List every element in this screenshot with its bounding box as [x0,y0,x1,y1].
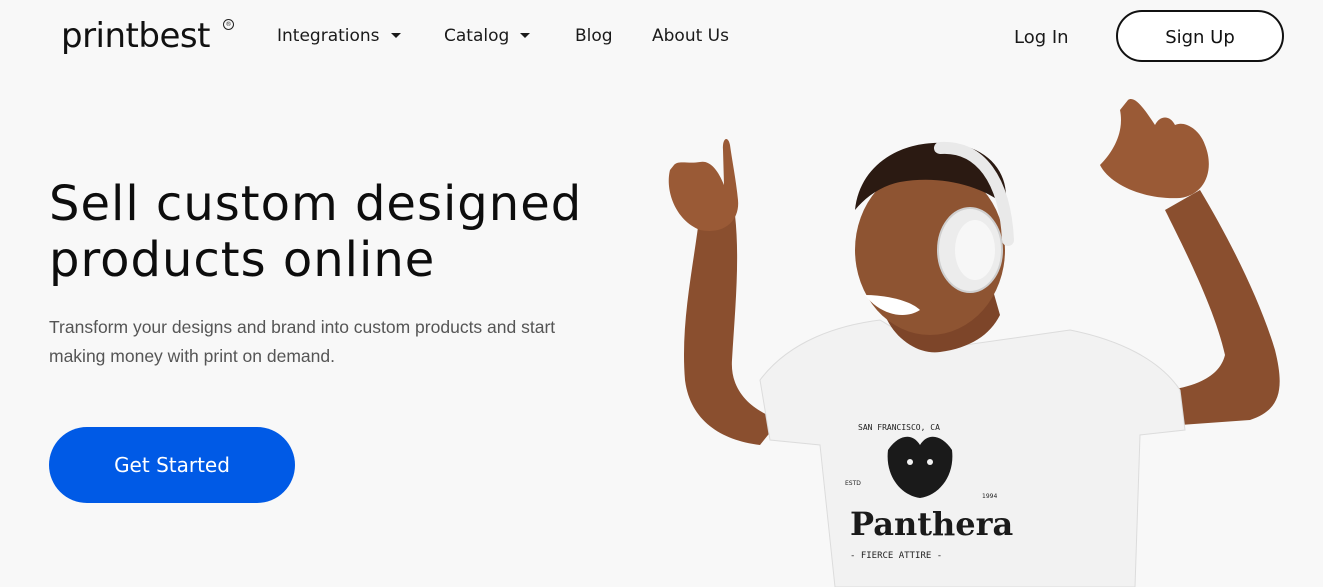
hero-subtitle-line-2: making money with print on demand. [49,346,335,366]
nav-blog-label: Blog [575,26,613,46]
right-hand [1100,99,1209,199]
shirt-brand: Panthera [850,505,1013,543]
nav-integrations-label: Integrations [277,26,380,46]
nav-about-us[interactable]: About Us [652,22,729,50]
white-tshirt [759,319,1186,587]
chevron-down-icon [520,32,531,38]
nav-catalog[interactable]: Catalog [444,22,531,50]
hero-subtitle: Transform your designs and brand into cu… [49,313,609,371]
headphone-cup-inner [955,220,995,280]
hero-title: Sell custom designed products online [49,176,649,288]
shirt-est-left: ESTD [845,480,861,487]
log-in-link[interactable]: Log In [1014,24,1069,52]
hero-title-line-1: Sell custom designed [49,176,583,232]
hero-photo-man-with-headphones: SAN FRANCISCO, CA ESTD 1994 Panthera - F… [668,99,1280,587]
shirt-top-text: SAN FRANCISCO, CA [858,423,940,432]
nav-about-us-label: About Us [652,26,729,46]
shirt-bottom-text: - FIERCE ATTIRE - [850,551,942,561]
hero-subtitle-line-1: Transform your designs and brand into cu… [49,317,556,337]
registered-mark-icon: ® [223,19,234,30]
shirt-est-right: 1994 [982,493,997,500]
get-started-button[interactable]: Get Started [49,427,295,503]
right-arm [1165,190,1280,425]
nav-blog[interactable]: Blog [575,22,613,50]
nav-integrations[interactable]: Integrations [277,22,401,50]
site-header: printbest ® Integrations Catalog Blog Ab… [0,0,1323,76]
chevron-down-icon [390,32,401,38]
sign-up-button[interactable]: Sign Up [1116,10,1284,62]
left-hand [668,138,739,231]
nav-catalog-label: Catalog [444,26,510,46]
printbest-logo[interactable]: printbest [61,12,210,60]
hero-title-line-2: products online [49,232,436,288]
